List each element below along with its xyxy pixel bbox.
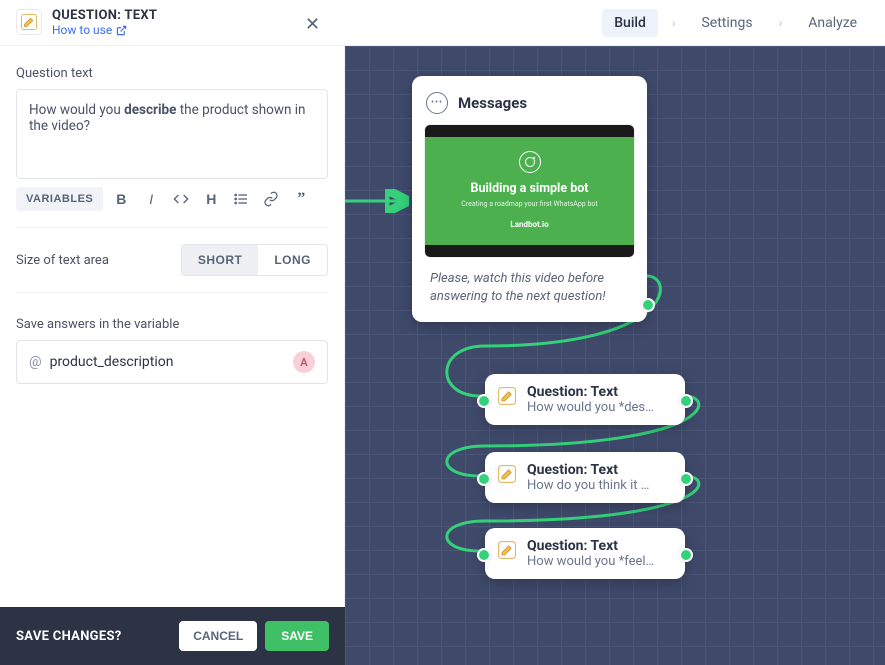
whatsapp-icon [519, 151, 541, 173]
node-title: Question: Text [527, 538, 654, 554]
size-short-button[interactable]: SHORT [182, 245, 259, 275]
node-subtitle: How do you think it … [527, 478, 649, 493]
node-subtitle: How would you *des… [527, 400, 654, 415]
bold-button[interactable]: B [109, 187, 133, 211]
chat-bubble-icon: ••• [426, 92, 448, 114]
list-button[interactable] [229, 187, 253, 211]
tab-analyze[interactable]: Analyze [796, 9, 869, 37]
chevron-right-icon: › [779, 16, 783, 30]
chevron-right-icon: › [672, 16, 676, 30]
save-button[interactable]: SAVE [265, 621, 329, 651]
top-tabs: Build › Settings › Analyze [602, 9, 869, 37]
at-icon: @ [29, 354, 42, 370]
code-button[interactable] [169, 187, 193, 211]
question-node-3[interactable]: Question: Text How would you *feel… [485, 528, 685, 579]
node-title: Question: Text [527, 384, 654, 400]
node-title: Question: Text [527, 462, 649, 478]
how-to-use-link[interactable]: How to use [52, 23, 157, 37]
messages-title: Messages [458, 94, 527, 112]
size-segmented-control: SHORT LONG [181, 244, 328, 276]
video-brand: Landbot.io [431, 220, 628, 229]
input-port[interactable] [477, 548, 491, 562]
cancel-button[interactable]: CANCEL [179, 621, 257, 651]
output-port[interactable] [679, 472, 693, 486]
variable-input[interactable]: @ product_description A [16, 340, 328, 384]
tab-settings[interactable]: Settings [689, 9, 764, 37]
save-prompt: SAVE CHANGES? [16, 629, 122, 644]
size-label: Size of text area [16, 253, 109, 268]
output-port[interactable] [679, 394, 693, 408]
output-port[interactable] [679, 548, 693, 562]
pencil-icon [497, 540, 517, 564]
italic-button[interactable]: I [139, 187, 163, 211]
node-subtitle: How would you *feel… [527, 554, 654, 569]
save-variable-label: Save answers in the variable [16, 317, 328, 332]
video-subheading: Creating a roadmap your first WhatsApp b… [431, 200, 628, 208]
size-row: Size of text area SHORT LONG [16, 244, 328, 276]
pencil-icon [16, 9, 42, 35]
input-port[interactable] [477, 472, 491, 486]
block-title: QUESTION: TEXT [52, 8, 157, 24]
close-button[interactable]: ✕ [305, 14, 320, 35]
variable-type-badge: A [293, 351, 315, 373]
question-text-label: Question text [16, 66, 328, 81]
video-preview: Building a simple bot Creating a roadmap… [424, 124, 635, 258]
variables-button[interactable]: VARIABLES [16, 187, 103, 211]
question-text-input[interactable]: How would you describe the product shown… [16, 89, 328, 179]
rich-text-toolbar: VARIABLES B I H ” [16, 187, 328, 211]
main: Question text How would you describe the… [0, 46, 885, 665]
question-node-1[interactable]: Question: Text How would you *des… [485, 374, 685, 425]
input-port[interactable] [477, 394, 491, 408]
quote-button[interactable]: ” [289, 187, 313, 211]
size-long-button[interactable]: LONG [258, 245, 327, 275]
panel-header: QUESTION: TEXT How to use [16, 8, 157, 38]
messages-text: Please, watch this video before answerin… [424, 258, 635, 308]
pencil-icon [497, 464, 517, 488]
tab-build[interactable]: Build [602, 9, 658, 37]
video-heading: Building a simple bot [431, 181, 628, 196]
output-port[interactable] [641, 298, 655, 312]
question-node-2[interactable]: Question: Text How do you think it … [485, 452, 685, 503]
save-footer: SAVE CHANGES? CANCEL SAVE [0, 607, 345, 665]
pencil-icon [497, 386, 517, 410]
heading-button[interactable]: H [199, 187, 223, 211]
top-bar: QUESTION: TEXT How to use ✕ Build › Sett… [0, 0, 885, 46]
edit-panel: Question text How would you describe the… [0, 46, 345, 665]
flow-canvas[interactable]: ••• Messages Building a simple bot Creat… [345, 46, 885, 665]
external-link-icon [116, 25, 127, 36]
variable-name: product_description [50, 354, 174, 370]
link-button[interactable] [259, 187, 283, 211]
messages-node[interactable]: ••• Messages Building a simple bot Creat… [412, 76, 647, 322]
